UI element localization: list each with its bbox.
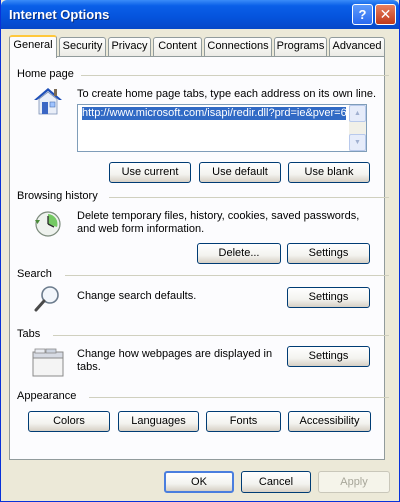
tabs-description-1: Change how webpages are displayed in: [77, 348, 273, 360]
browsing-history-divider: [109, 197, 389, 198]
tab-connections[interactable]: Connections: [204, 37, 272, 56]
close-button[interactable]: ✕: [375, 4, 396, 25]
search-label: Search: [17, 268, 52, 280]
tab-general[interactable]: General: [9, 35, 57, 58]
search-description: Change search defaults.: [77, 290, 197, 302]
help-button[interactable]: ?: [352, 4, 373, 25]
title-bar[interactable]: Internet Options ? ✕: [1, 0, 399, 29]
scroll-down-arrow-icon[interactable]: ▼: [349, 134, 366, 151]
use-current-button[interactable]: Use current: [109, 162, 191, 183]
use-blank-button[interactable]: Use blank: [288, 162, 370, 183]
colors-button[interactable]: Colors: [28, 411, 110, 432]
tab-content[interactable]: Content: [153, 37, 202, 56]
appearance-divider: [89, 397, 389, 398]
tabs-divider: [53, 335, 389, 336]
cancel-button[interactable]: Cancel: [241, 471, 311, 493]
history-clock-icon: [35, 211, 61, 237]
apply-button[interactable]: Apply: [318, 471, 390, 493]
ok-button[interactable]: OK: [164, 471, 234, 493]
tabbed-window-icon: [32, 348, 64, 377]
internet-options-window: Internet Options ? ✕ General Security Pr…: [0, 0, 400, 502]
use-default-button[interactable]: Use default: [199, 162, 281, 183]
tab-privacy[interactable]: Privacy: [108, 37, 151, 56]
browsing-history-description-2: and web form information.: [77, 223, 205, 235]
home-page-url-value: http://www.microsoft.com/isapi/redir.dll…: [82, 107, 346, 120]
tab-advanced[interactable]: Advanced: [329, 37, 385, 56]
home-page-url-textarea[interactable]: http://www.microsoft.com/isapi/redir.dll…: [77, 104, 367, 152]
house-icon: [34, 88, 62, 115]
tab-programs[interactable]: Programs: [274, 37, 327, 56]
home-page-label: Home page: [17, 68, 74, 80]
search-settings-button[interactable]: Settings: [287, 287, 370, 308]
accessibility-button[interactable]: Accessibility: [288, 411, 371, 432]
browsing-history-label: Browsing history: [17, 190, 98, 202]
tab-security[interactable]: Security: [59, 37, 106, 56]
appearance-label: Appearance: [17, 390, 77, 402]
delete-history-button[interactable]: Delete...: [197, 243, 281, 264]
search-divider: [65, 275, 389, 276]
tabs-description-2: tabs.: [77, 361, 101, 373]
home-page-description: To create home page tabs, type each addr…: [77, 88, 377, 100]
browsing-history-description-1: Delete temporary files, history, cookies…: [77, 210, 360, 222]
tabs-label: Tabs: [17, 328, 41, 340]
tabs-settings-button[interactable]: Settings: [287, 346, 370, 367]
scroll-up-arrow-icon[interactable]: ▲: [349, 105, 366, 122]
languages-button[interactable]: Languages: [118, 411, 199, 432]
window-title: Internet Options: [9, 7, 110, 22]
fonts-button[interactable]: Fonts: [206, 411, 281, 432]
url-scrollbar[interactable]: ▲ ▼: [349, 105, 366, 151]
magnifier-icon: [34, 286, 59, 312]
history-settings-button[interactable]: Settings: [287, 243, 370, 264]
home-page-divider: [81, 75, 389, 76]
